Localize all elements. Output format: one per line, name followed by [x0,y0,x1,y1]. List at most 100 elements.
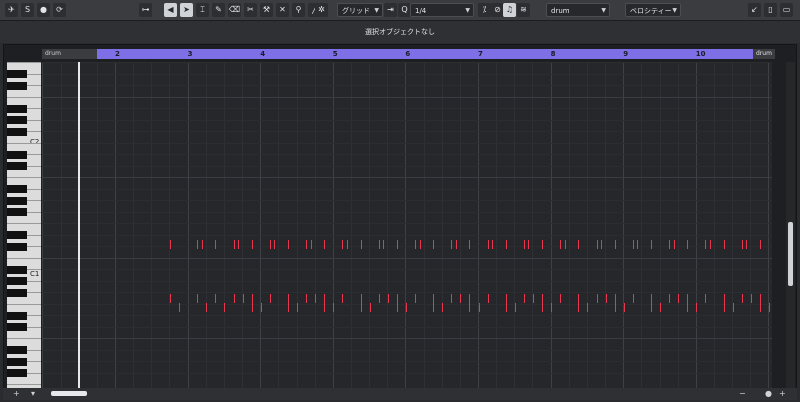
midi-note[interactable] [415,294,417,303]
midi-note[interactable] [650,303,652,312]
black-key[interactable] [7,104,27,113]
midi-note[interactable] [405,303,407,312]
black-key[interactable] [7,369,27,377]
black-key[interactable] [7,208,27,216]
quantize-select[interactable]: 1/4 ▼ [410,3,474,17]
midi-note[interactable] [732,303,734,312]
midi-note[interactable] [469,303,471,312]
piano-keyboard[interactable]: C2 C1 [7,62,41,388]
autoscroll-icon[interactable]: ⟳ [53,3,66,17]
midi-note[interactable] [433,294,435,303]
midi-note[interactable] [287,303,289,312]
note-color-icon[interactable]: ♫ [503,3,516,17]
midi-note[interactable] [396,303,398,312]
black-key[interactable] [7,70,27,78]
color-mode-select[interactable]: ベロシティー ▼ [625,3,681,17]
zoom-slider-icon[interactable]: ● [765,388,772,400]
midi-note[interactable] [614,240,616,249]
midi-note[interactable] [632,240,634,249]
midi-note[interactable] [741,294,743,303]
pencil-tool-icon[interactable]: ✎ [212,3,225,17]
black-key[interactable] [7,311,27,320]
midi-note[interactable] [206,303,208,312]
midi-note[interactable] [415,240,417,249]
midi-note[interactable] [578,303,580,312]
layout-icon[interactable]: ⊶ [139,3,152,17]
black-key[interactable] [7,162,27,170]
midi-note[interactable] [487,240,489,249]
midi-note[interactable] [632,294,634,303]
midi-note[interactable] [419,240,421,249]
midi-note[interactable] [274,240,276,249]
record-icon[interactable]: ● [37,3,50,17]
midi-note[interactable] [660,303,662,312]
track-select[interactable]: drum ▼ [546,3,610,17]
range-tool-icon[interactable]: ⌶ [196,3,209,17]
midi-note[interactable] [469,294,471,303]
midi-note[interactable] [560,240,562,249]
panel-bottom-icon[interactable]: ▭ [780,3,793,17]
midi-note[interactable] [505,294,507,303]
midi-note[interactable] [238,240,240,249]
midi-note[interactable] [705,294,707,303]
vertical-scroll-thumb[interactable] [788,222,793,286]
midi-note[interactable] [342,294,344,303]
midi-note[interactable] [614,303,616,312]
midi-note[interactable] [650,294,652,303]
window-icon[interactable]: ↙ [748,3,761,17]
midi-note[interactable] [759,303,761,312]
midi-note[interactable] [360,303,362,312]
midi-note[interactable] [578,240,580,249]
midi-note[interactable] [741,240,743,249]
midi-note[interactable] [623,303,625,312]
midi-note[interactable] [723,303,725,312]
iterative-quantize-icon[interactable]: ⁒ [478,3,491,17]
midi-note[interactable] [197,240,199,249]
midi-note[interactable] [324,240,326,249]
midi-note[interactable] [678,294,680,303]
midi-note[interactable] [360,294,362,303]
midi-note[interactable] [759,294,761,303]
black-key[interactable] [7,242,27,251]
pin-icon[interactable]: ✈ [5,3,18,17]
midi-note[interactable] [215,294,217,303]
midi-note[interactable] [650,240,652,249]
midi-note[interactable] [396,240,398,249]
midi-note[interactable] [179,303,181,312]
midi-note[interactable] [487,294,489,303]
midi-note[interactable] [215,240,217,249]
midi-note[interactable] [528,240,530,249]
midi-note[interactable] [768,303,770,312]
chevron-down-icon[interactable]: ▾ [31,388,35,400]
midi-note[interactable] [514,303,516,312]
midi-note[interactable] [315,294,317,303]
solo-icon[interactable]: S [21,3,34,17]
midi-note[interactable] [673,240,675,249]
black-key[interactable] [7,127,27,136]
midi-note[interactable] [596,240,598,249]
midi-note[interactable] [197,294,199,303]
zoom-in-icon[interactable]: + [779,388,786,400]
midi-note[interactable] [614,294,616,303]
midi-note[interactable] [310,240,312,249]
black-key[interactable] [7,323,27,331]
midi-note[interactable] [396,294,398,303]
midi-note[interactable] [387,294,389,303]
midi-note[interactable] [551,303,553,312]
midi-note[interactable] [378,294,380,303]
midi-note[interactable] [637,240,639,249]
black-key[interactable] [7,116,27,124]
midi-note[interactable] [170,294,171,303]
midi-note[interactable] [505,240,507,249]
midi-note[interactable] [324,294,326,303]
midi-note[interactable] [460,294,462,303]
midi-note[interactable] [260,303,262,312]
zoom-out-icon[interactable]: − [739,388,746,400]
black-key[interactable] [7,277,27,285]
midi-note[interactable] [687,294,689,303]
velocity-icon[interactable]: ≋ [517,3,530,17]
midi-note[interactable] [750,294,752,303]
midi-note[interactable] [269,240,271,249]
midi-note[interactable] [242,294,244,303]
eraser-tool-icon[interactable]: ⌫ [228,3,241,17]
